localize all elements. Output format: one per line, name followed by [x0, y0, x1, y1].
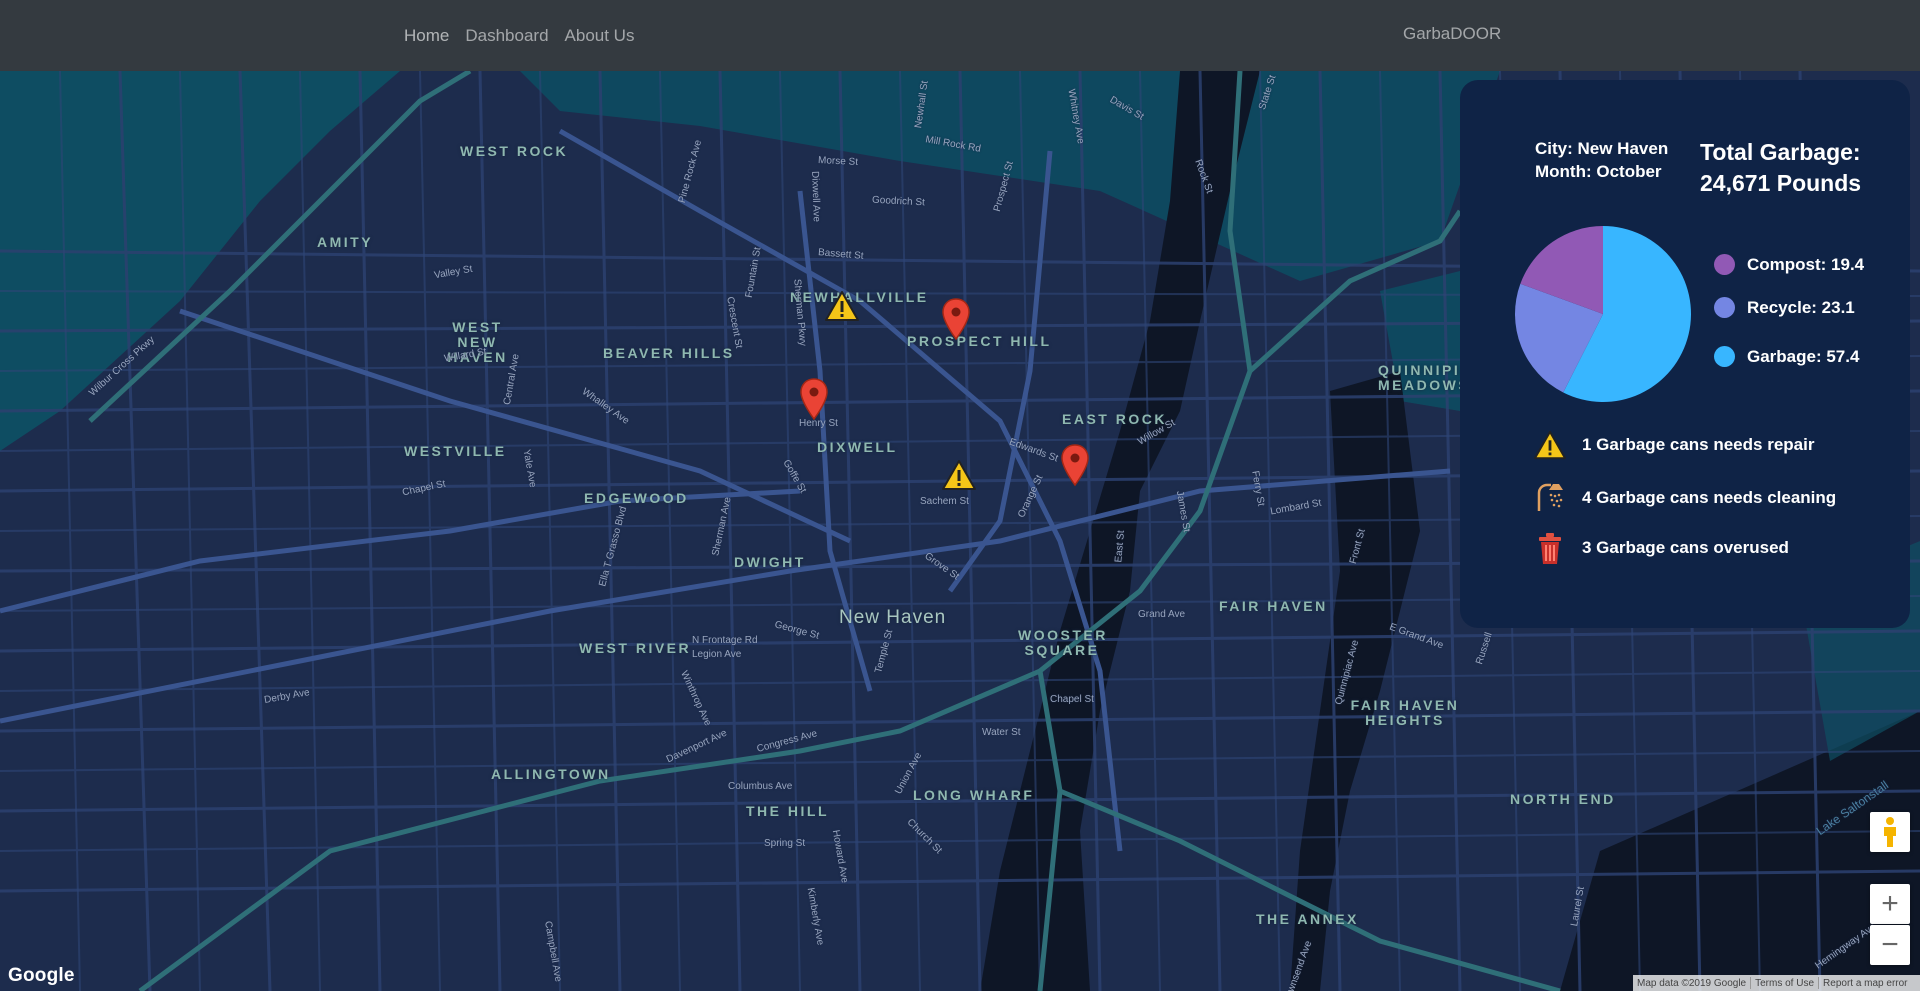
- map-park-area: [0, 71, 400, 451]
- legend-label-garbage: Garbage: 57.4: [1747, 346, 1860, 366]
- neighborhood-label-long-wharf: LONG WHARF: [913, 787, 1035, 803]
- street-label: Chapel St: [1050, 694, 1094, 705]
- brand-name: GarbaDOOR: [1403, 24, 1502, 43]
- garbage-pie-chart: [1515, 226, 1691, 402]
- city-label: City: New Haven: [1535, 139, 1669, 158]
- legend-dot-recycle: [1714, 297, 1735, 318]
- street-label: Dixwell Ave: [809, 170, 822, 223]
- status-row-repair: 1 Garbage cans needs repair: [1532, 427, 1814, 463]
- neighborhood-label-dwight: DWIGHT: [734, 554, 806, 570]
- warning-icon: [942, 460, 976, 490]
- legend-dot-compost: [1714, 254, 1735, 275]
- report-map-error-link[interactable]: Report a map error: [1819, 978, 1911, 989]
- trash-icon: [1532, 530, 1568, 566]
- shower-icon: [1532, 480, 1568, 516]
- legend-item-recycle: Recycle: 23.1: [1714, 297, 1855, 318]
- zoom-in-button[interactable]: +: [1870, 884, 1910, 924]
- top-navbar: Home Dashboard About Us GarbaDOOR: [0, 0, 1920, 71]
- map-water: [1290, 371, 1420, 991]
- street-view-pegman-button[interactable]: [1870, 812, 1910, 852]
- street-label: Sachem St: [920, 496, 969, 507]
- legend-label-compost: Compost: 19.4: [1747, 254, 1865, 274]
- neighborhood-label-prospect-hill: PROSPECT HILL: [907, 333, 1052, 349]
- status-text-cleaning: 4 Garbage cans needs cleaning: [1582, 488, 1837, 507]
- city-label-new-haven: New Haven: [839, 607, 947, 628]
- street-label: Columbus Ave: [728, 781, 793, 792]
- map-data-attribution: Map data ©2019 Google: [1637, 977, 1747, 989]
- neighborhood-label-allingtown: ALLINGTOWN: [491, 766, 611, 782]
- pegman-icon: [1884, 817, 1896, 847]
- total-garbage-label: Total Garbage:: [1700, 139, 1861, 165]
- street-label: Morse St: [817, 154, 859, 169]
- warning-icon: [1532, 427, 1568, 463]
- street-label: Grand Ave: [1138, 609, 1186, 620]
- neighborhood-label-fair-haven: FAIR HAVEN: [1219, 598, 1328, 614]
- neighborhood-label-east-rock: EAST ROCK: [1062, 411, 1167, 427]
- legend-dot-garbage: [1714, 346, 1735, 367]
- street-label: N Frontage Rd: [692, 635, 758, 646]
- neighborhood-label-the-hill: THE HILL: [746, 803, 829, 819]
- month-label: Month: October: [1535, 162, 1662, 181]
- nav-home-link[interactable]: Home: [404, 20, 449, 52]
- street-label: Legion Ave: [692, 649, 742, 660]
- neighborhood-label-fair-haven-heights: FAIR HAVEN HEIGHTS: [1350, 697, 1460, 728]
- status-text-repair: 1 Garbage cans needs repair: [1582, 435, 1815, 454]
- street-label: Spring St: [764, 838, 806, 849]
- legend-label-recycle: Recycle: 23.1: [1747, 297, 1855, 317]
- neighborhood-label-west-rock: WEST ROCK: [460, 143, 569, 159]
- terms-of-use-link[interactable]: Terms of Use: [1751, 978, 1818, 989]
- map-pin-icon: [800, 378, 828, 421]
- neighborhood-label-the-annex: THE ANNEX: [1256, 911, 1359, 927]
- street-label: Water St: [982, 727, 1021, 738]
- map-pin-icon: [942, 298, 970, 341]
- neighborhood-label-edgewood: EDGEWOOD: [584, 490, 689, 506]
- zoom-out-button[interactable]: −: [1870, 925, 1910, 965]
- legend-item-garbage: Garbage: 57.4: [1714, 346, 1859, 367]
- legend-item-compost: Compost: 19.4: [1714, 254, 1864, 275]
- status-text-overused: 3 Garbage cans overused: [1582, 538, 1789, 557]
- map-attribution-bar: Map data ©2019 Google Terms of Use Repor…: [1633, 975, 1920, 991]
- neighborhood-label-westville: WESTVILLE: [404, 443, 507, 459]
- neighborhood-label-west-river: WEST RIVER: [579, 640, 692, 656]
- nav-links: Home Dashboard About Us: [404, 0, 634, 71]
- nav-about-link[interactable]: About Us: [565, 20, 635, 52]
- status-row-cleaning: 4 Garbage cans needs cleaning: [1532, 480, 1836, 516]
- status-row-overused: 3 Garbage cans overused: [1532, 530, 1789, 566]
- total-garbage-value: 24,671 Pounds: [1700, 170, 1862, 196]
- neighborhood-label-amity: AMITY: [317, 234, 374, 250]
- neighborhood-label-dixwell: DIXWELL: [817, 439, 898, 455]
- neighborhood-label-wooster-square: WOOSTER SQUARE: [1018, 627, 1108, 658]
- garbage-summary-panel: City: New Haven Month: October Total Gar…: [1460, 80, 1910, 628]
- nav-dashboard-link[interactable]: Dashboard: [465, 20, 548, 52]
- map-pin-icon: [1061, 444, 1089, 487]
- google-logo: Google: [8, 965, 75, 986]
- neighborhood-label-beaver-hills: BEAVER HILLS: [603, 345, 735, 361]
- neighborhood-label-north-end: NORTH END: [1510, 791, 1616, 807]
- warning-icon: [825, 291, 859, 321]
- neighborhood-label-quinnipiac-meadows: QUINNIPIAC MEADOWS: [1378, 363, 1460, 393]
